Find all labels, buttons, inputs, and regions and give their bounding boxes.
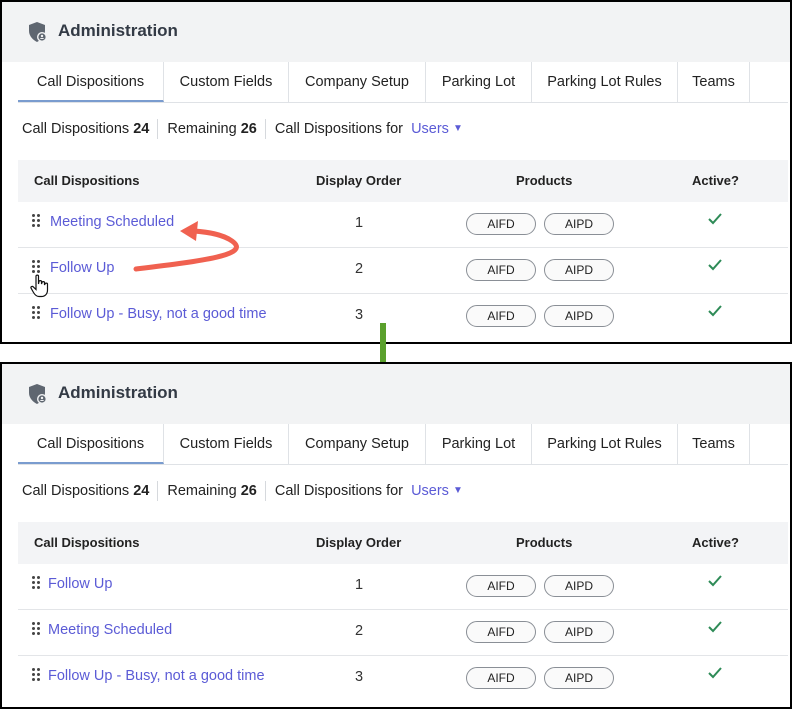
panel-after: Administration Call Dispositions Custom … [0,362,792,709]
hand-cursor-icon [30,274,49,298]
table-row: Follow Up - Busy, not a good time 3 AIFD… [18,294,788,339]
filter-label: Call Dispositions for [274,483,403,499]
col-products: Products [516,535,573,550]
tab-custom-fields[interactable]: Custom Fields [164,62,289,102]
drag-arrow-annotation [133,221,239,272]
tab-parking-lot-rules[interactable]: Parking Lot Rules [532,62,678,102]
check-icon [708,259,722,271]
divider [157,481,159,502]
remaining-value: 26 [240,121,257,137]
product-badge: AIPD [544,213,614,235]
filter-value: Users [411,121,449,137]
table-row: Follow Up - Busy, not a good time 3 AIFD… [18,656,788,701]
col-call-dispositions: Call Dispositions [34,535,140,550]
summary-bar: Call Dispositions 24 Remaining 26 Call Dis… [22,118,463,140]
col-display-order: Display Order [316,535,402,550]
remaining-label: Remaining [167,483,237,499]
table-row: Follow Up 1 AIFD AIPD [18,564,788,610]
product-badge: AIFD [466,575,536,597]
divider [157,119,159,140]
product-badge: AIFD [466,621,536,643]
check-icon [708,305,722,317]
disposition-link[interactable]: Follow Up [50,260,114,276]
divider [264,481,266,502]
display-order: 1 [354,577,364,593]
page-title: Administration [58,21,178,40]
filter-dropdown[interactable]: Users ▼ [407,121,463,137]
tab-custom-fields[interactable]: Custom Fields [164,424,289,464]
product-badge: AIFD [466,213,536,235]
col-active: Active? [692,535,739,550]
product-badge: AIPD [544,575,614,597]
filter-label: Call Dispositions for [274,121,403,137]
tab-parking-lot[interactable]: Parking Lot [426,62,532,102]
display-order: 3 [354,669,364,685]
check-icon [708,667,722,679]
tab-parking-lot[interactable]: Parking Lot [426,424,532,464]
product-badge: AIFD [466,667,536,689]
count-value: 24 [133,483,150,499]
caret-down-icon: ▼ [452,123,463,135]
tab-teams[interactable]: Teams [678,424,750,464]
disposition-link[interactable]: Follow Up - Busy, not a good time [48,668,265,684]
count-label: Call Dispositions [22,483,130,499]
table-header: Call Dispositions Display Order Products… [18,160,788,202]
product-badge: AIFD [466,305,536,327]
filter-dropdown[interactable]: Users ▼ [407,483,463,499]
filter-value: Users [411,483,449,499]
count-value: 24 [133,121,150,137]
col-products: Products [516,173,573,188]
admin-header: Administration [2,2,790,62]
remaining-label: Remaining [167,121,237,137]
product-badge: AIPD [544,259,614,281]
drag-handle-icon[interactable] [32,214,42,230]
disposition-link[interactable]: Follow Up - Busy, not a good time [50,306,267,322]
panel-before: Administration Call Dispositions Custom … [0,0,792,344]
disposition-link[interactable]: Follow Up [48,576,112,592]
check-icon [708,575,722,587]
tab-company-setup[interactable]: Company Setup [289,424,426,464]
tab-call-dispositions[interactable]: Call Dispositions [18,62,164,102]
tab-bar: Call Dispositions Custom Fields Company … [18,62,788,103]
drag-handle-icon[interactable] [32,622,42,638]
product-badge: AIPD [544,667,614,689]
table-row: Meeting Scheduled 2 AIFD AIPD [18,610,788,656]
page-title: Administration [58,383,178,402]
display-order: 2 [354,623,364,639]
remaining-value: 26 [240,483,257,499]
tab-bar: Call Dispositions Custom Fields Company … [18,424,788,465]
check-icon [708,213,722,225]
drag-handle-icon[interactable] [32,306,42,322]
product-badge: AIPD [544,621,614,643]
drag-handle-icon[interactable] [32,668,42,684]
caret-down-icon: ▼ [452,485,463,497]
disposition-link[interactable]: Meeting Scheduled [48,622,172,638]
admin-header: Administration [2,364,790,424]
display-order: 1 [354,215,364,231]
product-badge: AIFD [466,259,536,281]
display-order: 3 [354,307,364,323]
col-active: Active? [692,173,739,188]
col-call-dispositions: Call Dispositions [34,173,140,188]
divider [264,119,266,140]
drag-handle-icon[interactable] [32,576,42,592]
col-display-order: Display Order [316,173,402,188]
count-label: Call Dispositions [22,121,130,137]
table-header: Call Dispositions Display Order Products… [18,522,788,564]
tab-teams[interactable]: Teams [678,62,750,102]
check-icon [708,621,722,633]
display-order: 2 [354,261,364,277]
tab-company-setup[interactable]: Company Setup [289,62,426,102]
tab-call-dispositions[interactable]: Call Dispositions [18,424,164,464]
summary-bar: Call Dispositions 24 Remaining 26 Call Dis… [22,480,463,502]
shield-user-icon [29,384,47,404]
product-badge: AIPD [544,305,614,327]
shield-user-icon [29,22,47,42]
tab-parking-lot-rules[interactable]: Parking Lot Rules [532,424,678,464]
